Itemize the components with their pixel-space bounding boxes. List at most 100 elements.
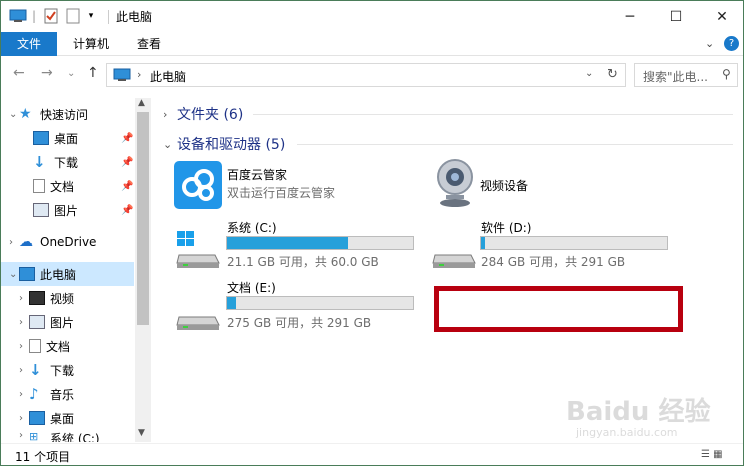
title-separator [108,10,109,24]
search-icon[interactable]: ⚲ [722,67,731,81]
device-tile-camera[interactable]: 视频设备 [429,157,679,209]
back-button[interactable]: ← [13,65,25,81]
collapse-icon[interactable]: ⌄ [9,109,19,120]
sidebar-item-downloads[interactable]: ↓ 下载 📌 [1,150,134,174]
drive-tile-c[interactable]: 系统 (C:) 21.1 GB 可用，共 60.0 GB [173,217,423,273]
up-button[interactable]: ↑ [87,65,99,81]
recent-locations-icon[interactable]: ⌄ [67,68,75,79]
pin-icon: 📌 [121,132,134,144]
scroll-up-icon[interactable]: ▲ [138,98,145,108]
search-input[interactable]: 搜索"此电... [643,68,708,85]
sidebar-item-label: 文档 [50,179,75,194]
sidebar-item-pc-pictures[interactable]: › 图片 [1,310,134,334]
minimize-button[interactable]: ─ [607,1,653,32]
hard-drive-icon [175,291,221,334]
download-icon: ↓ [33,153,46,171]
desktop-icon [33,131,49,145]
device-name: 视频设备 [480,179,529,193]
breadcrumb-chevron-icon[interactable]: › [137,68,141,81]
group-header-devices[interactable]: ⌄ 设备和驱动器 (5) [163,134,285,154]
drive-tile-e[interactable]: 文档 (E:) 275 GB 可用，共 291 GB [173,279,423,335]
sidebar-item-onedrive[interactable]: › ☁ OneDrive [1,230,134,254]
download-icon: ↓ [29,361,42,379]
drive-name: 文档 (E:) [227,281,276,295]
expand-ribbon-icon[interactable]: ⌄ [705,37,714,50]
qat-separator: | [31,9,37,23]
group-divider [297,144,733,145]
address-bar[interactable]: › 此电脑 ⌄ ↻ [106,63,626,87]
expand-icon[interactable]: › [19,389,29,400]
drive-usage-fill [227,297,237,309]
status-bar: 11 个项目 ☰ ▦ [1,443,743,465]
collapse-icon[interactable]: ⌄ [9,269,19,280]
desktop-icon [29,411,45,425]
tab-file[interactable]: 文件 [1,32,57,56]
sidebar-item-music[interactable]: › ♪ 音乐 [1,382,134,406]
properties-icon[interactable] [43,8,59,24]
sidebar-item-videos[interactable]: › 视频 [1,286,134,310]
expand-icon[interactable]: › [19,413,29,424]
sidebar-item-quick-access[interactable]: ⌄ ★ 快速访问 [1,102,134,126]
sidebar-item-pictures[interactable]: 图片 📌 [1,198,134,222]
group-label: 设备和驱动器 (5) [177,137,286,153]
expand-icon[interactable]: › [19,317,29,328]
search-box[interactable]: 搜索"此电... ⚲ [634,63,738,87]
expand-icon[interactable]: › [9,237,19,248]
sidebar-item-documents[interactable]: 文档 📌 [1,174,134,198]
breadcrumb-path[interactable]: 此电脑 [150,68,186,85]
sidebar-item-label: 图片 [54,203,79,218]
forward-button[interactable]: → [41,65,53,81]
sidebar-item-this-pc[interactable]: ⌄ 此电脑 [1,262,134,286]
document-icon [29,339,41,353]
group-header-folders[interactable]: › 文件夹 (6) [163,104,243,124]
help-button[interactable]: ? [724,36,739,51]
new-folder-icon[interactable] [65,8,81,24]
ribbon-tabs: 文件 计算机 查看 ⌄ ? [1,32,743,56]
details-view-icon[interactable]: ☰ ▦ [701,449,723,460]
pin-icon: 📌 [121,156,134,168]
app-name: 百度云管家 [227,168,288,182]
expand-icon[interactable]: › [163,108,177,121]
group-divider [253,114,733,115]
sidebar-item-label: 文档 [46,339,71,354]
app-tile-baidu-cloud[interactable]: 百度云管家 双击运行百度云管家 [173,161,423,209]
sidebar-item-label: 音乐 [50,387,75,402]
hard-drive-icon [431,229,477,272]
app-description: 双击运行百度云管家 [227,186,336,200]
maximize-button[interactable]: ☐ [653,1,699,32]
sidebar-item-drive-c[interactable]: › ⊞ 系统 (C:) [1,430,134,442]
sidebar-item-label: 图片 [50,315,75,330]
drive-space-text: 275 GB 可用，共 291 GB [227,316,372,330]
expand-icon[interactable]: › [19,293,29,304]
document-icon [33,179,45,193]
webcam-icon [432,157,478,212]
tab-view[interactable]: 查看 [123,32,175,56]
sidebar-item-pc-desktop[interactable]: › 桌面 [1,406,134,430]
drive-tile-d[interactable]: 软件 (D:) 284 GB 可用，共 291 GB [429,217,679,273]
sidebar-item-desktop[interactable]: 桌面 📌 [1,126,134,150]
sidebar-item-label: 系统 (C:) [50,432,100,442]
close-button[interactable]: ✕ [699,1,744,32]
drive-usage-bar [226,296,414,310]
cloud-icon: ☁ [19,234,33,250]
computer-icon [9,8,27,24]
baidu-watermark: Baidu 经验 jingyan.baidu.com [566,391,741,443]
explorer-window: | ▾ 此电脑 ─ ☐ ✕ 文件 计算机 查看 ⌄ ? ← → ⌄ ↑ › 此电… [0,0,744,466]
sidebar-item-pc-downloads[interactable]: › ↓ 下载 [1,358,134,382]
collapse-icon[interactable]: ⌄ [163,138,177,151]
sidebar-item-pc-documents[interactable]: › 文档 [1,334,134,358]
scroll-down-icon[interactable]: ▼ [138,428,145,438]
address-dropdown-icon[interactable]: ⌄ [585,68,593,79]
scrollbar-thumb[interactable] [137,112,149,325]
expand-icon[interactable]: › [19,341,29,352]
expand-icon[interactable]: › [19,430,29,441]
window-title: 此电脑 [116,10,153,24]
picture-icon [33,203,49,217]
sidebar-item-label: 桌面 [54,131,79,146]
sidebar-scrollbar[interactable]: ▲ ▼ [135,98,151,442]
tab-computer[interactable]: 计算机 [63,32,119,56]
refresh-icon[interactable]: ↻ [607,67,618,82]
expand-icon[interactable]: › [19,365,29,376]
qat-dropdown-icon[interactable]: ▾ [85,8,97,24]
video-icon [29,291,45,305]
